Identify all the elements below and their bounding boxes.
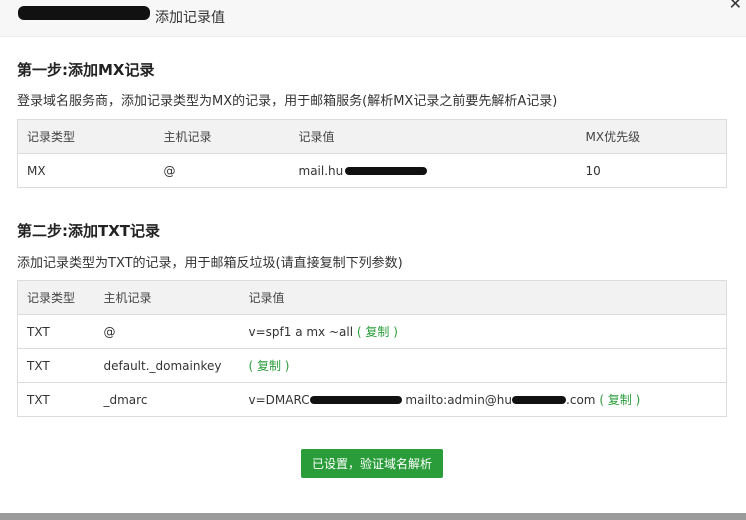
copy-button[interactable]: ( 复制 ) bbox=[357, 325, 398, 339]
table-row: MX @ mail.hu 10 bbox=[18, 154, 727, 188]
host-record: @ bbox=[94, 314, 240, 349]
record-type: TXT bbox=[27, 392, 50, 407]
table-row: TXT _dmarc v=DMARC mailto:admin@hu .com (… bbox=[18, 383, 727, 417]
table-header-row: 记录类型 主机记录 记录值 MX优先级 bbox=[17, 119, 727, 154]
step2-description: 添加记录类型为TXT的记录，用于邮箱反垃圾(请直接复制下列参数) bbox=[17, 256, 403, 271]
step1-title: 第一步:添加MX记录 bbox=[17, 61, 155, 79]
record-value: v=DMARC mailto:admin@hu .com bbox=[248, 393, 596, 407]
close-icon[interactable]: ✕ bbox=[729, 0, 742, 13]
copy-button[interactable]: ( 复制 ) bbox=[249, 359, 290, 373]
dialog-header: 添加记录值 bbox=[0, 0, 746, 37]
col-header-priority: MX优先级 bbox=[576, 119, 727, 154]
mx-record-table: 记录类型 主机记录 记录值 MX优先级 MX @ mail.hu 10 bbox=[17, 119, 727, 188]
host-record: _dmarc bbox=[103, 392, 148, 407]
col-header-host: 主机记录 bbox=[94, 280, 240, 315]
bottom-scrollbar[interactable] bbox=[0, 513, 746, 520]
record-type: TXT bbox=[17, 314, 95, 349]
col-header-value: 记录值 bbox=[239, 280, 727, 315]
table-row: TXT @ v=spf1 a mx ~all ( 复制 ) bbox=[17, 314, 727, 349]
col-header-type: 记录类型 bbox=[17, 280, 95, 315]
mx-priority: 10 bbox=[585, 163, 601, 178]
redacted-value bbox=[345, 166, 428, 175]
host-record: default._domainkey bbox=[94, 348, 240, 383]
step2-title: 第二步:添加TXT记录 bbox=[17, 222, 161, 240]
txt-record-table: 记录类型 主机记录 记录值 TXT @ v=spf1 a mx ~all ( 复… bbox=[17, 280, 727, 417]
col-header-value: 记录值 bbox=[289, 119, 577, 154]
copy-button[interactable]: ( 复制 ) bbox=[599, 393, 640, 407]
table-header-row: 记录类型 主机记录 记录值 bbox=[17, 280, 727, 315]
col-header-type: 记录类型 bbox=[17, 119, 155, 154]
step1-description: 登录域名服务商，添加记录类型为MX的记录，用于邮箱服务(解析MX记录之前要先解析… bbox=[17, 94, 558, 109]
record-type: MX bbox=[27, 163, 46, 178]
table-row: TXT default._domainkey ( 复制 ) bbox=[17, 348, 727, 383]
redacted-domain bbox=[18, 6, 150, 20]
record-value: v=spf1 a mx ~all bbox=[248, 325, 354, 339]
dialog-title: 添加记录值 bbox=[155, 10, 225, 26]
verify-domain-button[interactable]: 已设置，验证域名解析 bbox=[301, 449, 443, 478]
record-type: TXT bbox=[17, 348, 95, 383]
redacted-value bbox=[309, 396, 402, 404]
record-value: mail.hu bbox=[299, 164, 428, 178]
host-record: @ bbox=[163, 163, 176, 178]
col-header-host: 主机记录 bbox=[154, 119, 290, 154]
redacted-value bbox=[512, 396, 567, 404]
